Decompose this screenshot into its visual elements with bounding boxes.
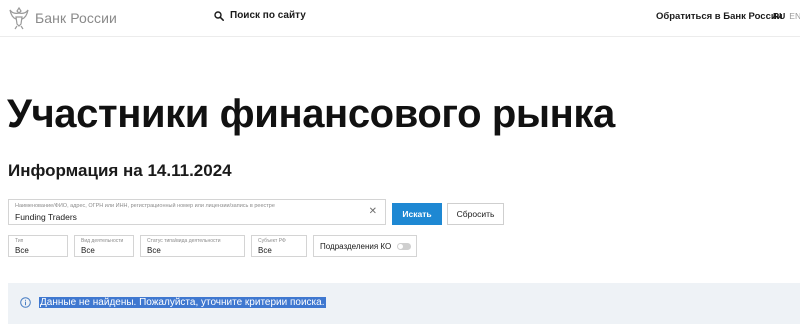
type-filter-select[interactable]: Тип Все [8, 235, 68, 257]
toggle-switch[interactable] [397, 242, 412, 250]
region-filter-value: Все [258, 246, 272, 255]
toggle-knob [398, 243, 404, 249]
branches-toggle-label: Подразделения КО [320, 241, 392, 251]
site-header: Банк России Поиск по сайту Обратиться в … [0, 0, 800, 37]
no-results-notice: Данные не найдены. Пожалуйста, уточните … [8, 283, 800, 324]
search-icon [214, 10, 224, 21]
region-filter-select[interactable]: Субъект РФ Все [251, 235, 307, 257]
search-button[interactable]: Искать [392, 203, 442, 225]
page-title: Участники финансового рынка [7, 92, 615, 136]
language-ru[interactable]: RU [773, 11, 785, 21]
branches-toggle[interactable]: Подразделения КО [313, 235, 417, 257]
region-filter-label: Субъект РФ [258, 238, 286, 244]
type-filter-label: Тип [15, 238, 24, 244]
language-en[interactable]: EN [789, 11, 800, 21]
reset-button[interactable]: Сбросить [447, 203, 504, 225]
status-filter-value: Все [147, 246, 161, 255]
status-filter-select[interactable]: Статус типа/вида деятельности Все [140, 235, 245, 257]
type-filter-value: Все [15, 246, 29, 255]
info-icon [20, 297, 31, 308]
registry-search-input[interactable]: Наименование/ФИО, адрес, ОГРН или ИНН, р… [8, 199, 386, 225]
logo-text: Банк России [35, 10, 117, 26]
registry-search-value: Funding Traders [15, 212, 77, 222]
no-results-text: Данные не найдены. Пожалуйста, уточните … [39, 297, 326, 308]
registry-search-label: Наименование/ФИО, адрес, ОГРН или ИНН, р… [15, 203, 275, 209]
contact-bank-link[interactable]: Обратиться в Банк России [656, 11, 783, 22]
activity-filter-value: Все [81, 246, 95, 255]
info-date-heading: Информация на 14.11.2024 [8, 161, 232, 180]
eagle-emblem-icon [9, 6, 29, 30]
site-search-label: Поиск по сайту [230, 10, 306, 21]
site-logo[interactable]: Банк России [8, 5, 117, 31]
site-search-button[interactable]: Поиск по сайту [214, 10, 306, 21]
status-filter-label: Статус типа/вида деятельности [147, 238, 221, 244]
language-switcher: RU EN [773, 11, 800, 21]
activity-filter-select[interactable]: Вид деятельности Все [74, 235, 134, 257]
activity-filter-label: Вид деятельности [81, 238, 124, 244]
close-icon[interactable]: ✕ [369, 207, 377, 217]
